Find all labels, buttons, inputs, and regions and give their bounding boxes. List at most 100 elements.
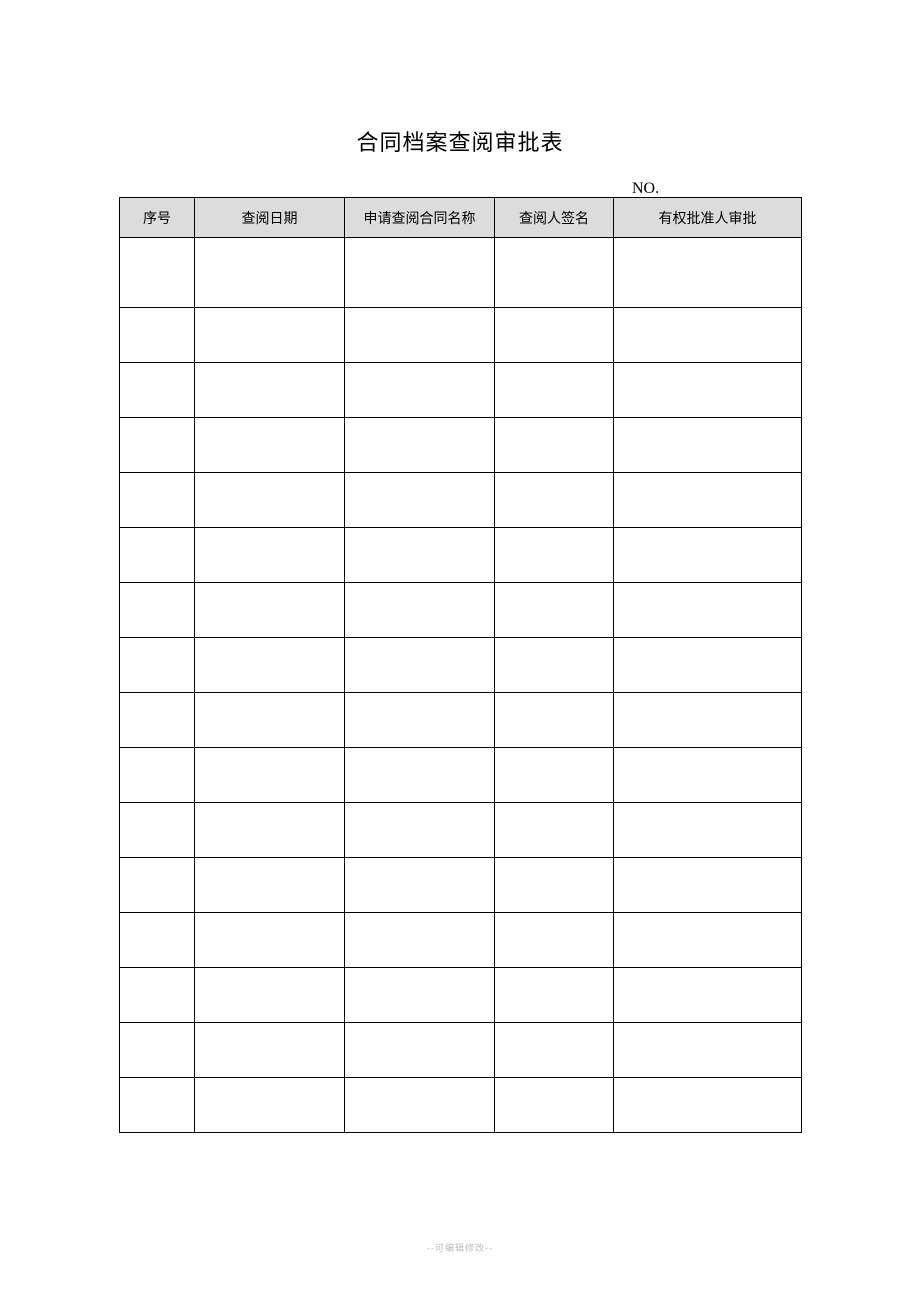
table-row xyxy=(120,528,802,583)
table-cell xyxy=(195,1078,345,1133)
table-cell xyxy=(120,583,195,638)
table-cell xyxy=(614,363,802,418)
table-cell xyxy=(195,418,345,473)
table-cell xyxy=(120,858,195,913)
table-cell xyxy=(120,803,195,858)
table-cell xyxy=(495,528,614,583)
table-cell xyxy=(120,968,195,1023)
table-cell xyxy=(195,473,345,528)
table-row xyxy=(120,418,802,473)
table-cell xyxy=(345,1078,495,1133)
table-body xyxy=(120,238,802,1133)
table-cell xyxy=(614,693,802,748)
table-cell xyxy=(495,363,614,418)
table-cell xyxy=(614,473,802,528)
page-title: 合同档案查阅审批表 xyxy=(0,0,920,157)
table-cell xyxy=(120,363,195,418)
approval-table-wrapper: 序号 查阅日期 申请查阅合同名称 查阅人签名 有权批准人审批 xyxy=(119,197,801,1133)
table-cell xyxy=(120,913,195,968)
table-cell xyxy=(120,1023,195,1078)
table-cell xyxy=(195,238,345,308)
table-cell xyxy=(195,1023,345,1078)
table-cell xyxy=(195,858,345,913)
table-cell xyxy=(195,638,345,693)
table-cell xyxy=(345,418,495,473)
table-cell xyxy=(195,583,345,638)
header-contract-name: 申请查阅合同名称 xyxy=(345,198,495,238)
table-cell xyxy=(614,913,802,968)
table-cell xyxy=(495,473,614,528)
table-row xyxy=(120,803,802,858)
table-cell xyxy=(120,308,195,363)
header-serial: 序号 xyxy=(120,198,195,238)
table-cell xyxy=(345,638,495,693)
table-row xyxy=(120,1078,802,1133)
table-row xyxy=(120,473,802,528)
table-cell xyxy=(120,1078,195,1133)
table-cell xyxy=(345,968,495,1023)
table-cell xyxy=(345,473,495,528)
table-cell xyxy=(614,528,802,583)
table-cell xyxy=(345,528,495,583)
table-cell xyxy=(614,748,802,803)
table-cell xyxy=(495,693,614,748)
table-cell xyxy=(345,693,495,748)
table-row xyxy=(120,638,802,693)
table-cell xyxy=(120,473,195,528)
table-cell xyxy=(614,238,802,308)
table-cell xyxy=(345,1023,495,1078)
table-cell xyxy=(195,693,345,748)
table-row xyxy=(120,583,802,638)
table-cell xyxy=(614,638,802,693)
table-cell xyxy=(614,1078,802,1133)
table-cell xyxy=(195,968,345,1023)
table-cell xyxy=(345,748,495,803)
table-cell xyxy=(495,1078,614,1133)
table-row xyxy=(120,363,802,418)
table-cell xyxy=(120,693,195,748)
table-row xyxy=(120,968,802,1023)
table-cell xyxy=(614,1023,802,1078)
table-cell xyxy=(120,638,195,693)
table-cell xyxy=(345,308,495,363)
number-label: NO. xyxy=(632,180,659,198)
approval-table: 序号 查阅日期 申请查阅合同名称 查阅人签名 有权批准人审批 xyxy=(119,197,802,1133)
table-cell xyxy=(495,913,614,968)
header-signature: 查阅人签名 xyxy=(495,198,614,238)
table-cell xyxy=(495,858,614,913)
table-cell xyxy=(495,308,614,363)
header-date: 查阅日期 xyxy=(195,198,345,238)
table-cell xyxy=(495,968,614,1023)
table-cell xyxy=(614,858,802,913)
table-cell xyxy=(614,968,802,1023)
table-cell xyxy=(495,748,614,803)
footer-note: --可编辑修改-- xyxy=(0,1241,920,1254)
header-approval: 有权批准人审批 xyxy=(614,198,802,238)
table-cell xyxy=(614,583,802,638)
table-cell xyxy=(495,583,614,638)
table-cell xyxy=(614,418,802,473)
table-row xyxy=(120,858,802,913)
table-cell xyxy=(345,363,495,418)
table-cell xyxy=(345,913,495,968)
table-cell xyxy=(195,363,345,418)
table-row xyxy=(120,238,802,308)
table-cell xyxy=(345,583,495,638)
table-cell xyxy=(195,308,345,363)
table-row xyxy=(120,748,802,803)
table-cell xyxy=(614,803,802,858)
table-cell xyxy=(120,748,195,803)
table-cell xyxy=(195,913,345,968)
table-row xyxy=(120,913,802,968)
table-cell xyxy=(195,748,345,803)
table-cell xyxy=(345,803,495,858)
table-row xyxy=(120,308,802,363)
table-header-row: 序号 查阅日期 申请查阅合同名称 查阅人签名 有权批准人审批 xyxy=(120,198,802,238)
table-cell xyxy=(495,1023,614,1078)
table-cell xyxy=(120,238,195,308)
table-row xyxy=(120,693,802,748)
table-cell xyxy=(195,528,345,583)
table-cell xyxy=(614,308,802,363)
table-cell xyxy=(345,238,495,308)
table-row xyxy=(120,1023,802,1078)
